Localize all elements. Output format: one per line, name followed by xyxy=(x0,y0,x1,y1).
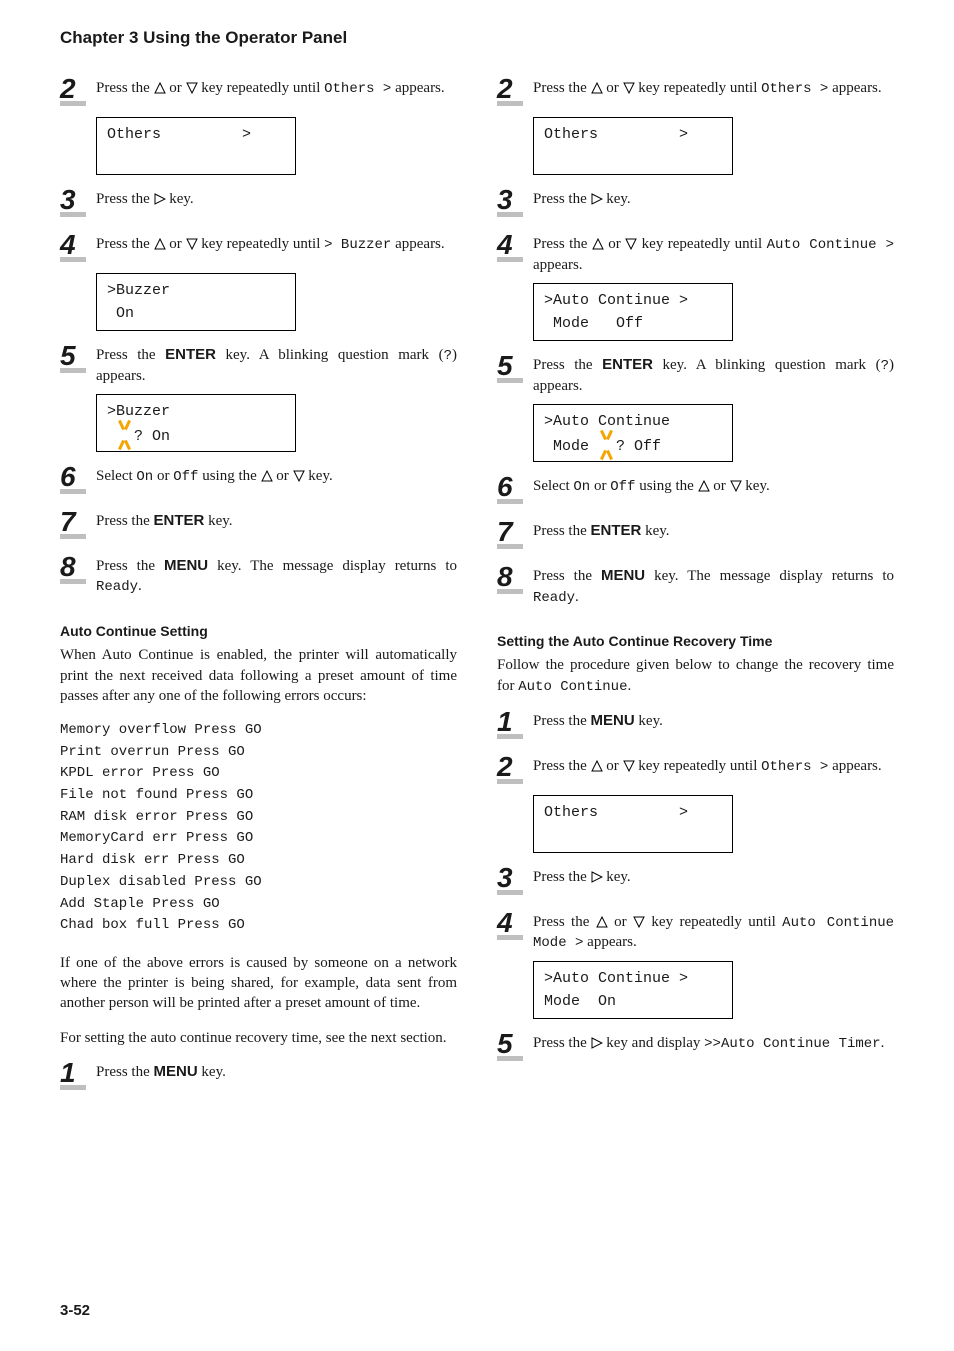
step-text: Press the ENTER key. xyxy=(533,521,894,541)
step-text: Select On or Off using the or key. xyxy=(533,476,894,497)
up-icon xyxy=(154,82,166,94)
page-number: 3-52 xyxy=(60,1302,90,1319)
display-box: Others > xyxy=(96,117,296,175)
right-icon xyxy=(591,193,603,205)
paragraph: If one of the above errors is caused by … xyxy=(60,953,457,1014)
display-box: >Auto Continue Mode ? Off xyxy=(533,404,733,462)
step-num-6: 6 xyxy=(60,463,96,494)
step-num-7: 7 xyxy=(60,508,96,539)
step-num-7: 7 xyxy=(497,518,533,549)
step-num-6: 6 xyxy=(497,473,533,504)
step-text: Press the key. xyxy=(96,189,457,209)
up-icon xyxy=(261,470,273,482)
blink-icon xyxy=(598,434,616,456)
step-text: Press the or key repeatedly until Others… xyxy=(533,756,894,777)
step-text: Press the or key repeatedly until > Buzz… xyxy=(96,234,457,255)
blink-icon xyxy=(116,424,134,446)
step-text: Press the key and display >>Auto Continu… xyxy=(533,1033,894,1054)
display-box: Others > xyxy=(533,117,733,175)
step-num-8: 8 xyxy=(497,563,533,594)
down-icon xyxy=(186,82,198,94)
step-text: Press the ENTER key. A blinking question… xyxy=(533,355,894,396)
display-box: >Auto Continue > Mode On xyxy=(533,961,733,1019)
step-text: Press the or key repeatedly until Auto C… xyxy=(533,912,894,954)
step-text: Press the MENU key. The message display … xyxy=(96,556,457,597)
display-box: >Buzzer On xyxy=(96,273,296,331)
left-column: 2 Press the or key repeatedly until Othe… xyxy=(60,64,457,1099)
paragraph: When Auto Continue is enabled, the print… xyxy=(60,645,457,706)
paragraph: For setting the auto continue recovery t… xyxy=(60,1028,457,1048)
step-text: Press the ENTER key. A blinking question… xyxy=(96,345,457,386)
step-num-3: 3 xyxy=(60,186,96,217)
right-icon xyxy=(591,871,603,883)
right-icon xyxy=(591,1037,603,1049)
step-num-8: 8 xyxy=(60,553,96,584)
step-text: Press the key. xyxy=(533,867,894,887)
down-icon xyxy=(730,480,742,492)
down-icon xyxy=(293,470,305,482)
step-num-4: 4 xyxy=(60,231,96,262)
step-num-2: 2 xyxy=(60,75,96,106)
display-box: >Buzzer ? On xyxy=(96,394,296,452)
step-num-1: 1 xyxy=(497,708,533,739)
up-icon xyxy=(596,916,608,928)
step-num-5: 5 xyxy=(60,342,96,373)
right-icon xyxy=(154,193,166,205)
step-num-3: 3 xyxy=(497,864,533,895)
down-icon xyxy=(623,760,635,772)
step-text: Press the MENU key. xyxy=(533,711,894,731)
step-num-2: 2 xyxy=(497,75,533,106)
step-text: Press the key. xyxy=(533,189,894,209)
display-box: Others > xyxy=(533,795,733,853)
step-num-4: 4 xyxy=(497,231,533,262)
down-icon xyxy=(625,238,637,250)
step-num-2: 2 xyxy=(497,753,533,784)
step-num-5: 5 xyxy=(497,352,533,383)
section-heading: Setting the Auto Continue Recovery Time xyxy=(497,633,894,649)
step-num-5: 5 xyxy=(497,1030,533,1061)
display-box: >Auto Continue > Mode Off xyxy=(533,283,733,341)
up-icon xyxy=(591,82,603,94)
section-heading: Auto Continue Setting xyxy=(60,623,457,639)
step-text: Press the ENTER key. xyxy=(96,511,457,531)
down-icon xyxy=(623,82,635,94)
error-list: Memory overflow Press GO Print overrun P… xyxy=(60,720,457,937)
right-column: 2 Press the or key repeatedly until Othe… xyxy=(497,64,894,1099)
step-text: Press the or key repeatedly until Others… xyxy=(96,78,457,99)
step-num-3: 3 xyxy=(497,186,533,217)
step-num-1: 1 xyxy=(60,1059,96,1090)
up-icon xyxy=(698,480,710,492)
step-text: Select On or Off using the or key. xyxy=(96,466,457,487)
step-text: Press the MENU key. xyxy=(96,1062,457,1082)
up-icon xyxy=(154,238,166,250)
up-icon xyxy=(592,238,604,250)
up-icon xyxy=(591,760,603,772)
step-text: Press the or key repeatedly until Others… xyxy=(533,78,894,99)
down-icon xyxy=(186,238,198,250)
step-text: Press the or key repeatedly until Auto C… xyxy=(533,234,894,275)
step-text: Press the MENU key. The message display … xyxy=(533,566,894,607)
chapter-heading: Chapter 3 Using the Operator Panel xyxy=(60,28,894,48)
paragraph: Follow the procedure given below to chan… xyxy=(497,655,894,696)
down-icon xyxy=(633,916,645,928)
step-num-4: 4 xyxy=(497,909,533,940)
